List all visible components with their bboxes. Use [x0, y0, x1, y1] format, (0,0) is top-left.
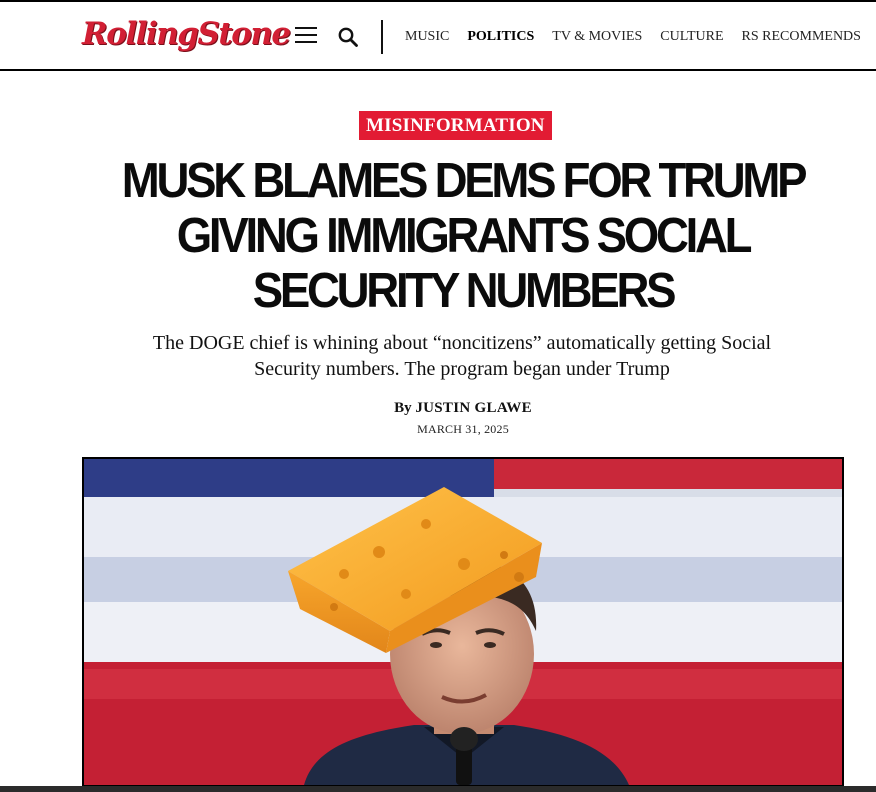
- publish-date: MARCH 31, 2025: [417, 422, 509, 436]
- article-headline: MUSK BLAMES DEMS FOR TRUMP GIVING IMMIGR…: [121, 154, 808, 318]
- main-nav: MUSIC POLITICS TV & MOVIES CULTURE RS RE…: [396, 26, 870, 48]
- nav-item-rs-recommends[interactable]: RS RECOMMENDS: [733, 26, 870, 48]
- author-link[interactable]: JUSTIN GLAWE: [415, 400, 532, 416]
- nav-item-music[interactable]: MUSIC: [396, 26, 458, 48]
- byline-prefix: By: [394, 400, 412, 416]
- hamburger-menu-icon[interactable]: [295, 27, 317, 45]
- hero-image: [82, 457, 844, 787]
- site-header: RollingStone MUSIC POLITICS TV & MOVIES …: [0, 2, 876, 69]
- nav-item-culture[interactable]: CULTURE: [651, 26, 732, 48]
- bottom-bar: [0, 786, 876, 792]
- article-dek: The DOGE chief is whining about “nonciti…: [152, 332, 772, 380]
- category-badge[interactable]: MISINFORMATION: [359, 111, 552, 140]
- byline: By JUSTIN GLAWE: [0, 398, 876, 418]
- rolling-stone-logo[interactable]: RollingStone: [82, 14, 291, 54]
- nav-item-tv-movies[interactable]: TV & MOVIES: [543, 26, 651, 48]
- header-rule: [0, 69, 876, 71]
- header-divider: [381, 20, 383, 54]
- search-icon[interactable]: [337, 26, 359, 48]
- nav-item-politics[interactable]: POLITICS: [458, 26, 543, 48]
